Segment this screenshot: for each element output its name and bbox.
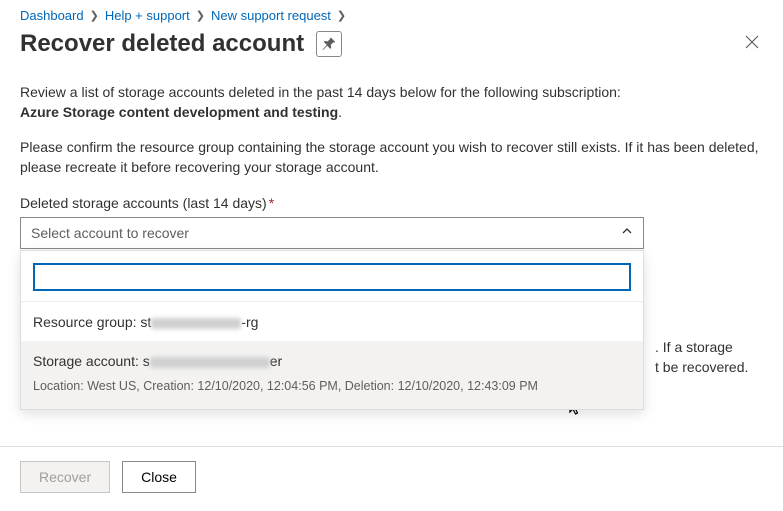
chevron-up-icon (621, 225, 633, 242)
option-title: Storage account: ser (33, 351, 631, 371)
resource-group-header: Resource group: st-rg (21, 301, 643, 340)
footer: Recover Close (0, 446, 783, 511)
recover-button: Recover (20, 461, 110, 493)
close-footer-button[interactable]: Close (122, 461, 196, 493)
chevron-right-icon: ❯ (90, 9, 99, 22)
subscription-name: Azure Storage content development and te… (20, 104, 338, 120)
required-indicator: * (269, 195, 274, 211)
chevron-right-icon: ❯ (337, 9, 346, 22)
option-meta: Location: West US, Creation: 12/10/2020,… (33, 377, 631, 395)
field-label: Deleted storage accounts (last 14 days)* (20, 193, 763, 213)
intro-text: Review a list of storage accounts delete… (20, 82, 763, 123)
background-text: . If a storage t be recovered. (655, 337, 765, 378)
breadcrumb-link[interactable]: New support request (211, 8, 331, 23)
breadcrumb-link[interactable]: Dashboard (20, 8, 84, 23)
dropdown-search-input[interactable] (33, 263, 631, 291)
breadcrumb-link[interactable]: Help + support (105, 8, 190, 23)
account-select[interactable]: Select account to recover (20, 217, 644, 249)
redacted-text (151, 318, 241, 329)
chevron-right-icon: ❯ (196, 9, 205, 22)
redacted-text (150, 357, 270, 368)
instruction-text: Please confirm the resource group contai… (20, 137, 763, 178)
dropdown-panel: Resource group: st-rg Storage account: s… (20, 250, 644, 410)
pin-button[interactable] (316, 31, 342, 57)
close-button[interactable] (741, 29, 763, 58)
close-icon (745, 35, 759, 49)
pin-icon (322, 37, 336, 51)
page-title: Recover deleted account (20, 30, 304, 58)
select-placeholder: Select account to recover (31, 223, 189, 243)
storage-account-option[interactable]: Storage account: ser Location: West US, … (21, 341, 643, 409)
breadcrumb: Dashboard ❯ Help + support ❯ New support… (20, 8, 763, 23)
